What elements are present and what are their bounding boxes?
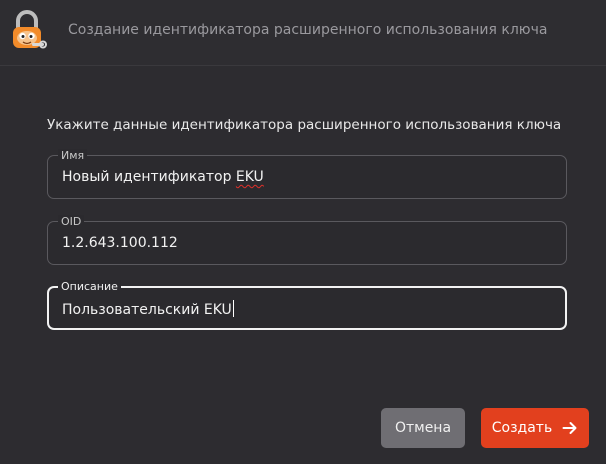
description-value-text: Пользовательский EKU <box>62 302 232 318</box>
cancel-button[interactable]: Отмена <box>381 408 465 448</box>
create-button-label: Создать <box>491 420 553 436</box>
cancel-button-label: Отмена <box>394 420 452 436</box>
description-field-label: Описание <box>58 280 121 293</box>
arrow-right-icon <box>562 422 577 434</box>
window-title: Создание идентификатора расширенного исп… <box>68 22 548 38</box>
name-value-misspelled: EKU <box>235 169 264 185</box>
name-value-text: Новый идентификатор <box>62 169 236 185</box>
text-caret <box>232 300 234 317</box>
name-field-value[interactable]: Новый идентификатор EKU <box>62 169 264 186</box>
form-instruction: Укажите данные идентификатора расширенно… <box>47 117 562 133</box>
title-bar: Создание идентификатора расширенного исп… <box>0 0 606 66</box>
description-field-value[interactable]: Пользовательский EKU <box>62 300 234 319</box>
padlock-mascot-icon <box>13 10 47 49</box>
oid-field-value[interactable]: 1.2.643.100.112 <box>62 235 178 252</box>
description-field[interactable]: Описание Пользовательский EKU <box>47 280 567 330</box>
create-button[interactable]: Создать <box>481 408 589 448</box>
oid-field[interactable]: OID 1.2.643.100.112 <box>47 215 567 265</box>
name-field-label: Имя <box>58 149 88 162</box>
name-field[interactable]: Имя Новый идентификатор EKU <box>47 149 567 199</box>
dialog-window: Создание идентификатора расширенного исп… <box>0 0 606 464</box>
oid-field-label: OID <box>58 215 85 228</box>
